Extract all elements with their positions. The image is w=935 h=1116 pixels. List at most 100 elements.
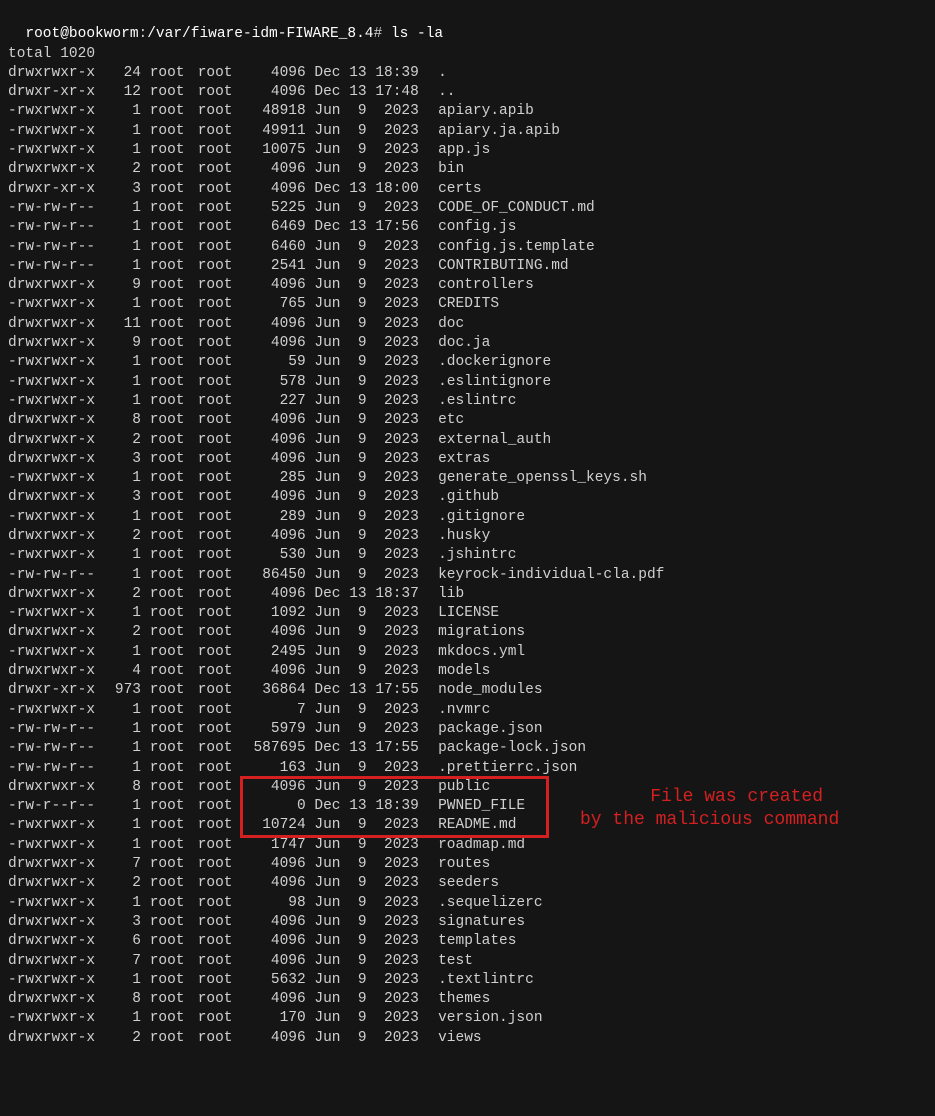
prompt-cwd: /var/fiware-idm-FIWARE_8.4: [147, 26, 373, 42]
file-links: 2: [103, 527, 141, 546]
file-row: drwxrwxr-x4 rootroot4096 Jun 9 2023 mode…: [8, 662, 927, 681]
file-group: root: [198, 623, 246, 642]
file-name: models: [438, 662, 490, 681]
file-perms: drwxrwxr-x: [8, 855, 103, 874]
file-perms: -rw-rw-r--: [8, 720, 103, 739]
file-row: drwxr-xr-x12 rootroot4096 Dec 13 17:48 .…: [8, 83, 927, 102]
file-name: PWNED_FILE: [438, 797, 525, 816]
file-row: -rwxrwxr-x1 rootroot49911 Jun 9 2023 api…: [8, 122, 927, 141]
file-group: root: [198, 334, 246, 353]
file-row: drwxrwxr-x6 rootroot4096 Jun 9 2023 temp…: [8, 932, 927, 951]
file-size: 530: [246, 546, 306, 565]
file-links: 1: [103, 643, 141, 662]
file-size: 36864: [246, 681, 306, 700]
file-row: -rwxrwxr-x1 rootroot530 Jun 9 2023 .jshi…: [8, 546, 927, 565]
file-size: 170: [246, 1009, 306, 1028]
file-links: 1: [103, 971, 141, 990]
file-owner: root: [150, 334, 198, 353]
file-size: 0: [246, 797, 306, 816]
file-owner: root: [150, 315, 198, 334]
file-name: migrations: [438, 623, 525, 642]
file-row: -rwxrwxr-x1 rootroot1747 Jun 9 2023 road…: [8, 836, 927, 855]
file-row: drwxrwxr-x3 rootroot4096 Jun 9 2023 extr…: [8, 450, 927, 469]
file-perms: drwxr-xr-x: [8, 681, 103, 700]
file-name: signatures: [438, 913, 525, 932]
file-name: external_auth: [438, 431, 551, 450]
file-row: drwxrwxr-x11 rootroot4096 Jun 9 2023 doc: [8, 315, 927, 334]
file-name: lib: [438, 585, 464, 604]
file-group: root: [198, 1029, 246, 1048]
file-links: 2: [103, 623, 141, 642]
file-owner: root: [150, 469, 198, 488]
file-size: 5979: [246, 720, 306, 739]
file-perms: -rwxrwxr-x: [8, 469, 103, 488]
file-owner: root: [150, 952, 198, 971]
file-size: 5632: [246, 971, 306, 990]
file-row: -rwxrwxr-x1 rootroot227 Jun 9 2023 .esli…: [8, 392, 927, 411]
file-name: .husky: [438, 527, 490, 546]
file-group: root: [198, 160, 246, 179]
file-group: root: [198, 759, 246, 778]
file-size: 49911: [246, 122, 306, 141]
file-row: -rwxrwxr-x1 rootroot289 Jun 9 2023 .giti…: [8, 508, 927, 527]
file-name: public: [438, 778, 490, 797]
file-group: root: [198, 257, 246, 276]
file-group: root: [198, 701, 246, 720]
file-group: root: [198, 971, 246, 990]
file-perms: -rw-rw-r--: [8, 218, 103, 237]
file-name: node_modules: [438, 681, 542, 700]
file-group: root: [198, 508, 246, 527]
file-row: drwxrwxr-x8 rootroot4096 Jun 9 2023 them…: [8, 990, 927, 1009]
file-links: 1: [103, 759, 141, 778]
file-group: root: [198, 353, 246, 372]
file-name: extras: [438, 450, 490, 469]
file-row: -rw-rw-r--1 rootroot5225 Jun 9 2023 CODE…: [8, 199, 927, 218]
file-size: 4096: [246, 180, 306, 199]
file-perms: -rwxrwxr-x: [8, 373, 103, 392]
file-links: 1: [103, 739, 141, 758]
file-size: 4096: [246, 662, 306, 681]
file-size: 1747: [246, 836, 306, 855]
file-date: Jun 9 2023: [314, 411, 429, 430]
file-group: root: [198, 816, 246, 835]
file-date: Jun 9 2023: [314, 836, 429, 855]
file-row: drwxrwxr-x9 rootroot4096 Jun 9 2023 doc.…: [8, 334, 927, 353]
file-group: root: [198, 643, 246, 662]
file-group: root: [198, 141, 246, 160]
file-size: 4096: [246, 527, 306, 546]
file-owner: root: [150, 585, 198, 604]
prompt-symbol: #: [373, 26, 382, 42]
file-group: root: [198, 238, 246, 257]
file-owner: root: [150, 623, 198, 642]
file-date: Jun 9 2023: [314, 604, 429, 623]
file-row: -rwxrwxr-x1 rootroot578 Jun 9 2023 .esli…: [8, 373, 927, 392]
file-perms: drwxrwxr-x: [8, 778, 103, 797]
file-date: Jun 9 2023: [314, 295, 429, 314]
file-links: 1: [103, 218, 141, 237]
file-date: Dec 13 17:55: [314, 739, 429, 758]
file-links: 1: [103, 1009, 141, 1028]
file-perms: drwxrwxr-x: [8, 334, 103, 353]
command-text[interactable]: ls -la: [391, 26, 443, 42]
file-links: 1: [103, 257, 141, 276]
file-perms: -rw-rw-r--: [8, 238, 103, 257]
file-name: certs: [438, 180, 482, 199]
file-links: 1: [103, 720, 141, 739]
file-group: root: [198, 122, 246, 141]
file-row: -rwxrwxr-x1 rootroot765 Jun 9 2023 CREDI…: [8, 295, 927, 314]
file-row: drwxrwxr-x2 rootroot4096 Jun 9 2023 .hus…: [8, 527, 927, 546]
file-group: root: [198, 450, 246, 469]
file-size: 578: [246, 373, 306, 392]
file-name: CODE_OF_CONDUCT.md: [438, 199, 595, 218]
file-links: 9: [103, 276, 141, 295]
file-date: Jun 9 2023: [314, 160, 429, 179]
file-owner: root: [150, 276, 198, 295]
file-perms: -rwxrwxr-x: [8, 836, 103, 855]
file-links: 3: [103, 450, 141, 469]
file-links: 1: [103, 102, 141, 121]
file-links: 1: [103, 836, 141, 855]
file-perms: -rwxrwxr-x: [8, 894, 103, 913]
file-date: Jun 9 2023: [314, 450, 429, 469]
file-size: 4096: [246, 431, 306, 450]
file-group: root: [198, 662, 246, 681]
